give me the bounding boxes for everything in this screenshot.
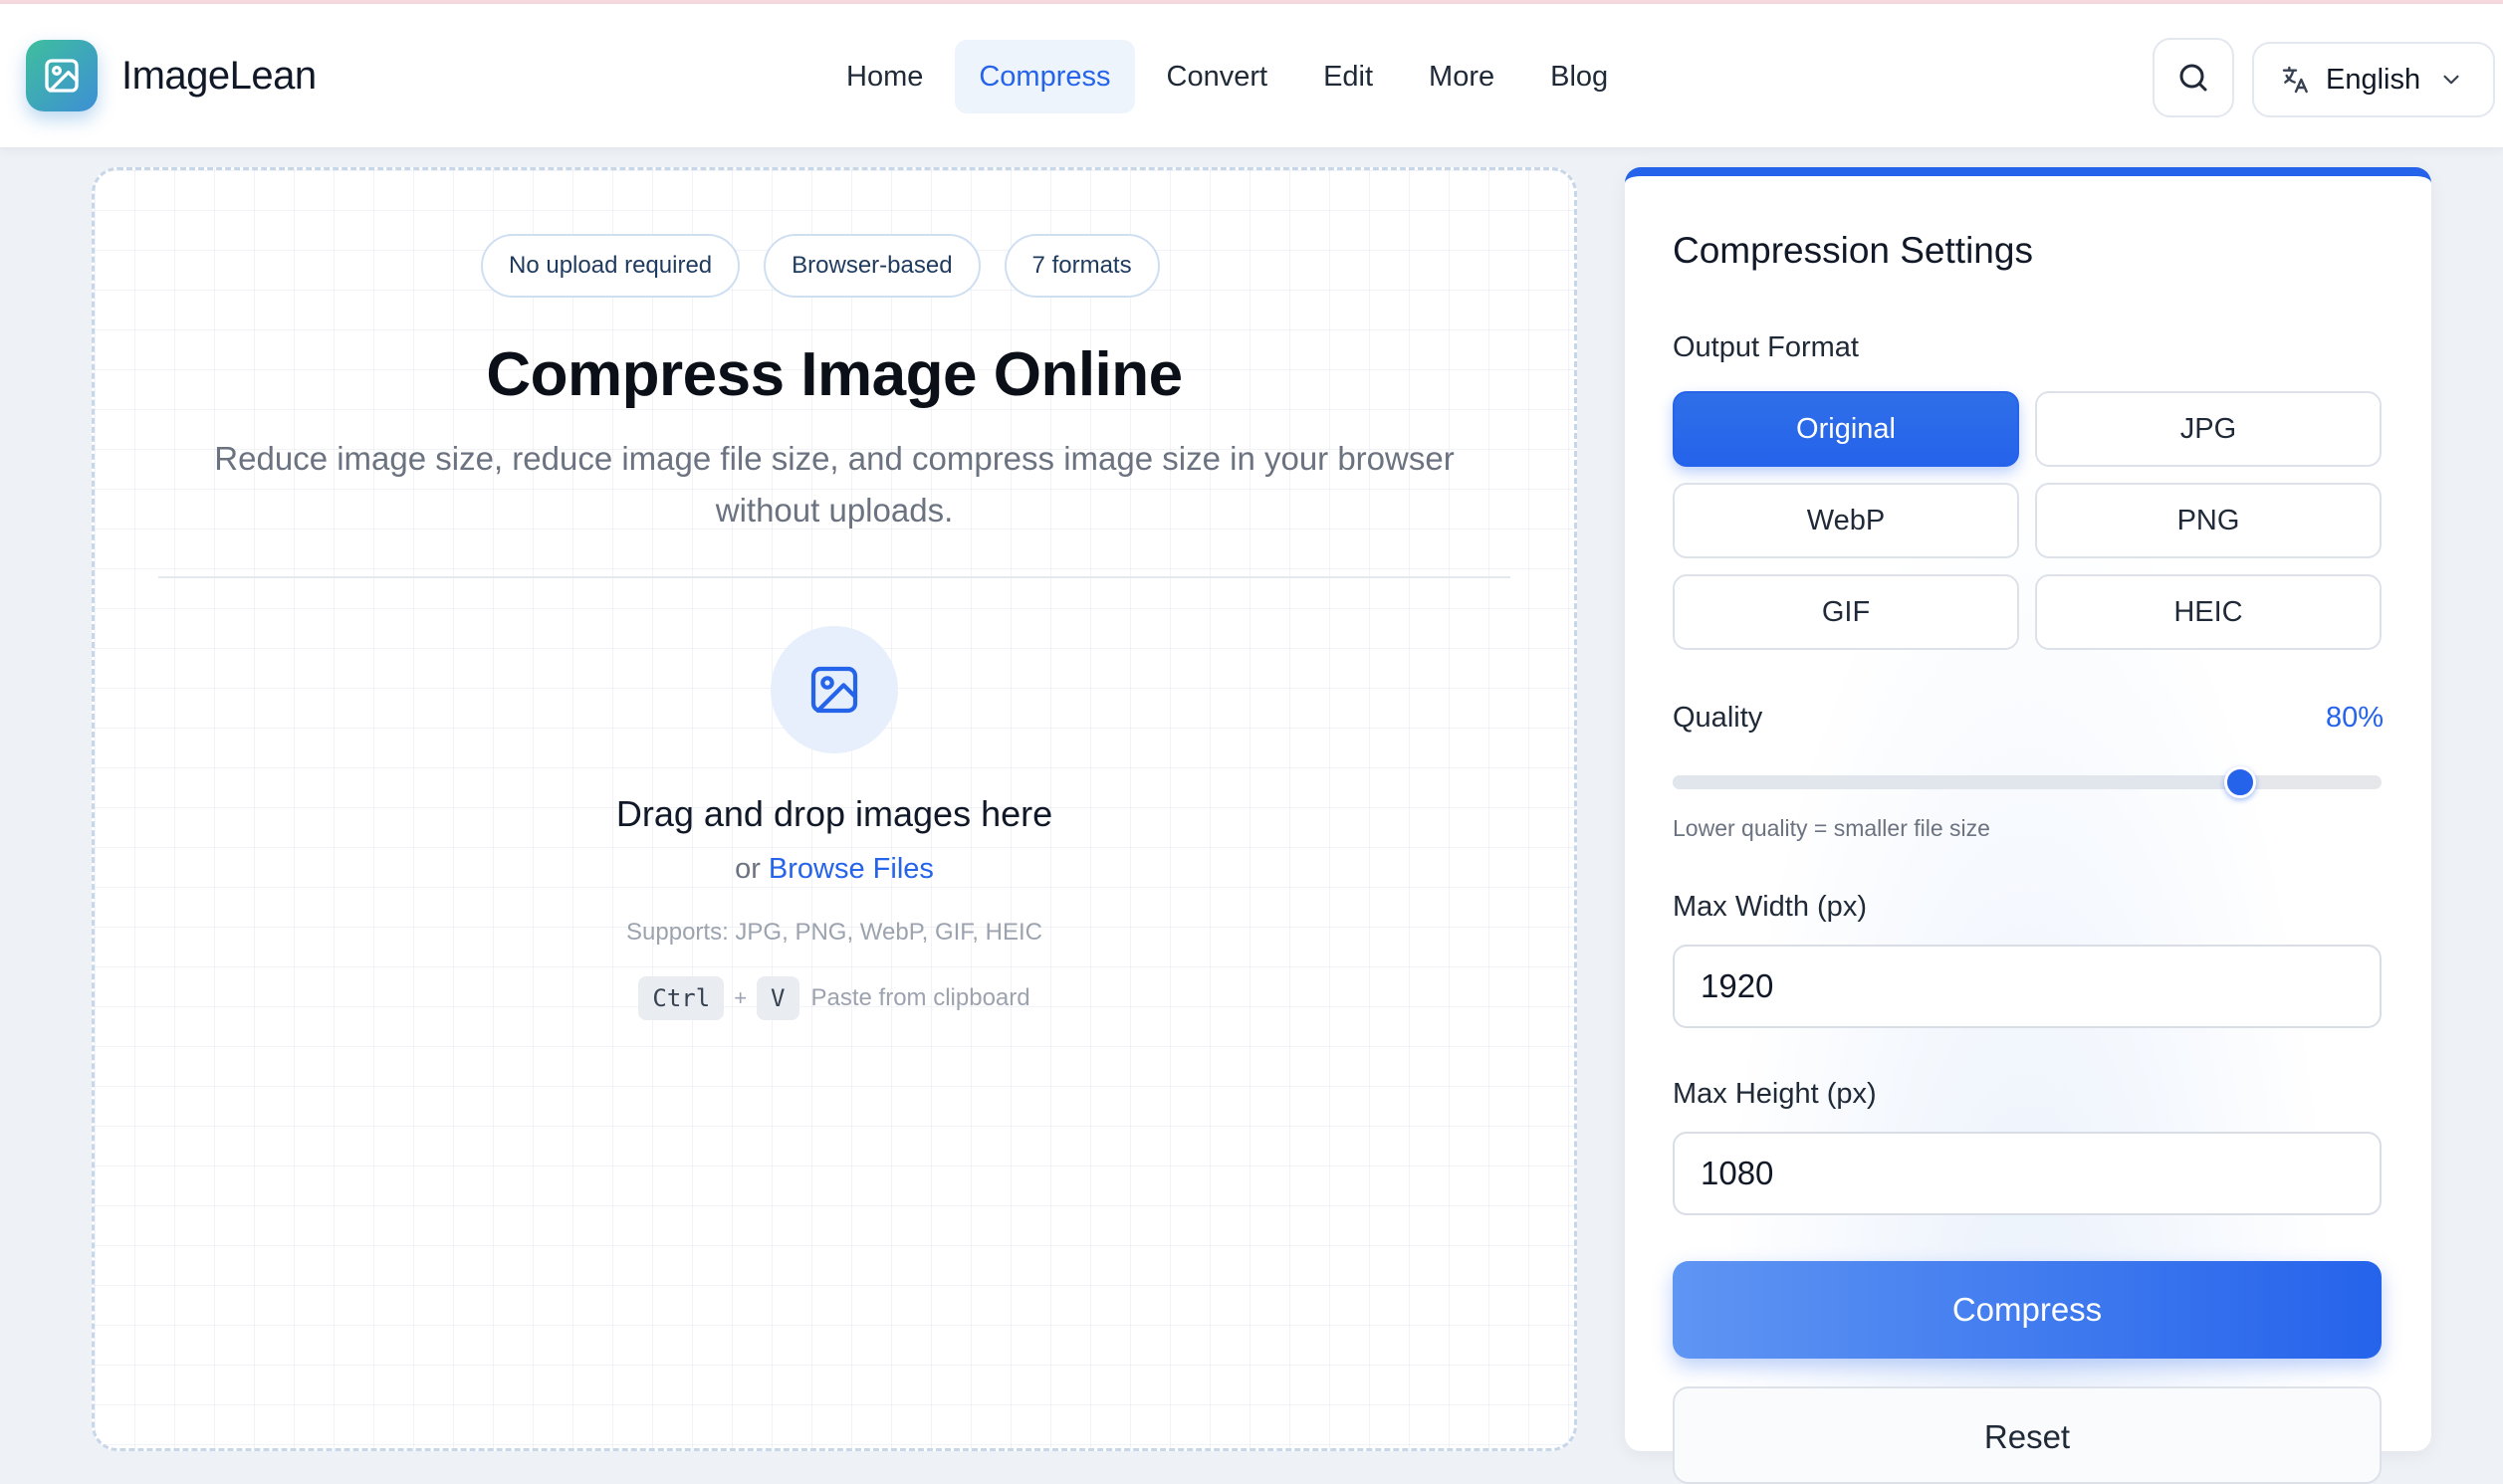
nav-convert[interactable]: Convert (1143, 40, 1292, 113)
kbd-plus: + (734, 985, 748, 1010)
quality-value: 80% (2325, 702, 2384, 734)
format-gif-button[interactable]: GIF (1673, 574, 2019, 650)
quality-hint: Lower quality = smaller file size (1673, 815, 1990, 841)
page-title: Compress Image Online (486, 340, 1183, 409)
quality-label: Quality (1673, 702, 1763, 734)
compress-button[interactable]: Compress (1673, 1261, 2382, 1359)
chevron-down-icon (2443, 75, 2459, 85)
image-icon (810, 666, 858, 714)
format-heic-button[interactable]: HEIC (2035, 574, 2382, 650)
logo[interactable] (26, 40, 98, 111)
upload-icon-badge (771, 626, 898, 753)
language-label: English (2326, 63, 2421, 96)
search-icon (2179, 64, 2207, 92)
compression-settings-panel: Compression Settings Output Format Origi… (1625, 167, 2431, 1484)
chip-no-upload: No upload required (481, 234, 741, 298)
max-width-input[interactable] (1673, 945, 2382, 1028)
kbd-v: V (757, 976, 799, 1020)
site-header: ImageLean Home Compress Convert Edit Mor… (0, 4, 2503, 149)
format-original-button[interactable]: Original (1673, 391, 2019, 467)
supported-formats: Supports: JPG, PNG, WebP, GIF, HEIC (626, 919, 1042, 946)
quality-slider-fill (1673, 775, 2240, 789)
feature-chips: No upload required Browser-based 7 forma… (481, 234, 1184, 298)
nav-home[interactable]: Home (822, 40, 947, 113)
paste-hint: Ctrl + V Paste from clipboard (95, 976, 1574, 1020)
nav-blog[interactable]: Blog (1526, 40, 1632, 113)
reset-button[interactable]: Reset (1673, 1386, 2382, 1484)
format-png-button[interactable]: PNG (2035, 483, 2382, 558)
brand-name[interactable]: ImageLean (121, 54, 317, 99)
upload-dropzone[interactable]: No upload required Browser-based 7 forma… (92, 167, 1577, 1451)
nav-edit[interactable]: Edit (1299, 40, 1397, 113)
nav-more[interactable]: More (1405, 40, 1518, 113)
settings-title: Compression Settings (1673, 230, 2033, 271)
max-height-label: Max Height (px) (1673, 1078, 1877, 1110)
search-button[interactable] (2153, 38, 2234, 117)
or-text: or (735, 853, 761, 885)
image-icon (45, 59, 79, 93)
nav-compress[interactable]: Compress (955, 40, 1135, 113)
kbd-ctrl: Ctrl (638, 976, 725, 1020)
page-subtitle: Reduce image size, reduce image file siz… (214, 440, 1455, 529)
chip-formats: 7 formats (1004, 234, 1160, 298)
format-jpg-button[interactable]: JPG (2035, 391, 2382, 467)
max-width-label: Max Width (px) (1673, 891, 1867, 923)
quality-slider[interactable] (1673, 766, 2382, 798)
drop-title: Drag and drop images here (615, 793, 1053, 834)
format-webp-button[interactable]: WebP (1673, 483, 2019, 558)
language-selector[interactable]: English (2252, 42, 2495, 117)
browse-row: or Browse Files (95, 853, 1574, 886)
main-nav: Home Compress Convert Edit More Blog (822, 40, 1640, 113)
translate-icon (2282, 66, 2308, 94)
browse-files-link[interactable]: Browse Files (769, 853, 934, 885)
max-height-input[interactable] (1673, 1132, 2382, 1215)
divider (158, 576, 1510, 578)
quality-slider-thumb[interactable] (2223, 766, 2256, 798)
output-format-label: Output Format (1673, 331, 1859, 363)
chip-browser-based: Browser-based (764, 234, 981, 298)
paste-label: Paste from clipboard (810, 984, 1030, 1011)
